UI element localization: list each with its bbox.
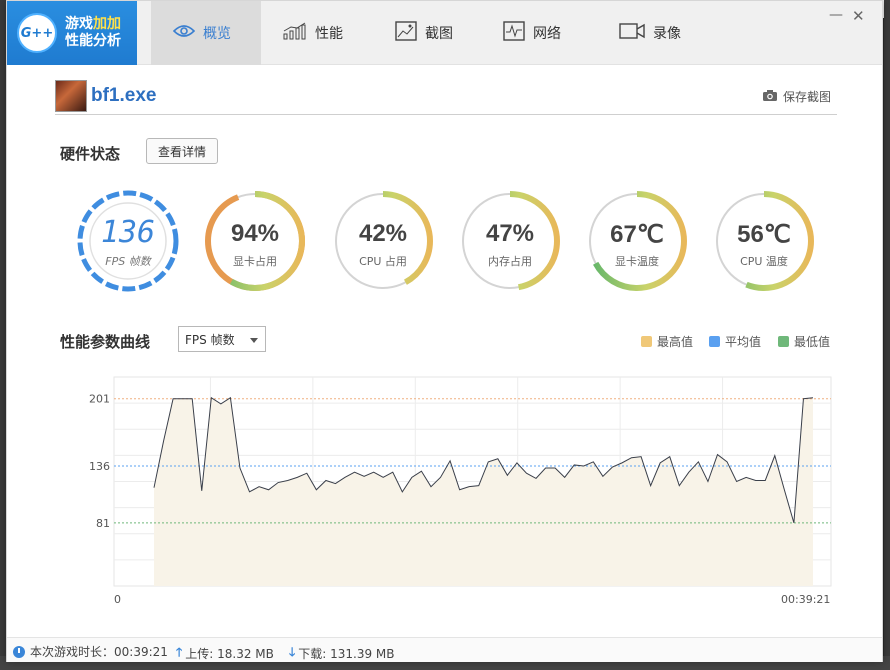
x-axis-end-label: 00:39:21	[781, 593, 831, 606]
download-arrow-icon: 🡓	[289, 645, 296, 659]
fps-chart: 201 136 81	[89, 376, 832, 587]
upload-stat: 🡑 上传: 18.32 MB	[176, 643, 274, 664]
y-tick-label: 201	[89, 393, 110, 406]
clock-icon	[13, 645, 25, 658]
download-stat: 🡓 下载: 131.39 MB	[289, 643, 395, 664]
session-duration: 本次游戏时长：00:39:21	[13, 643, 168, 660]
y-tick-label: 136	[89, 460, 110, 473]
upload-arrow-icon: 🡑	[176, 645, 183, 659]
x-axis-start-label: 0	[114, 593, 121, 606]
upload-label: 上传: 18.32 MB	[185, 647, 274, 661]
session-duration-label: 本次游戏时长：00:39:21	[30, 645, 168, 659]
background-edge-right	[884, 0, 890, 670]
performance-window: G++ 游戏加加 性能分析 概览 性能 截图 网络 录像 — ✕ bf1.exe…	[6, 0, 883, 662]
status-footer: 本次游戏时长：00:39:21 🡑 上传: 18.32 MB 🡓 下载: 131…	[7, 637, 882, 662]
download-label: 下载: 131.39 MB	[298, 647, 395, 661]
y-tick-label: 81	[96, 517, 110, 530]
